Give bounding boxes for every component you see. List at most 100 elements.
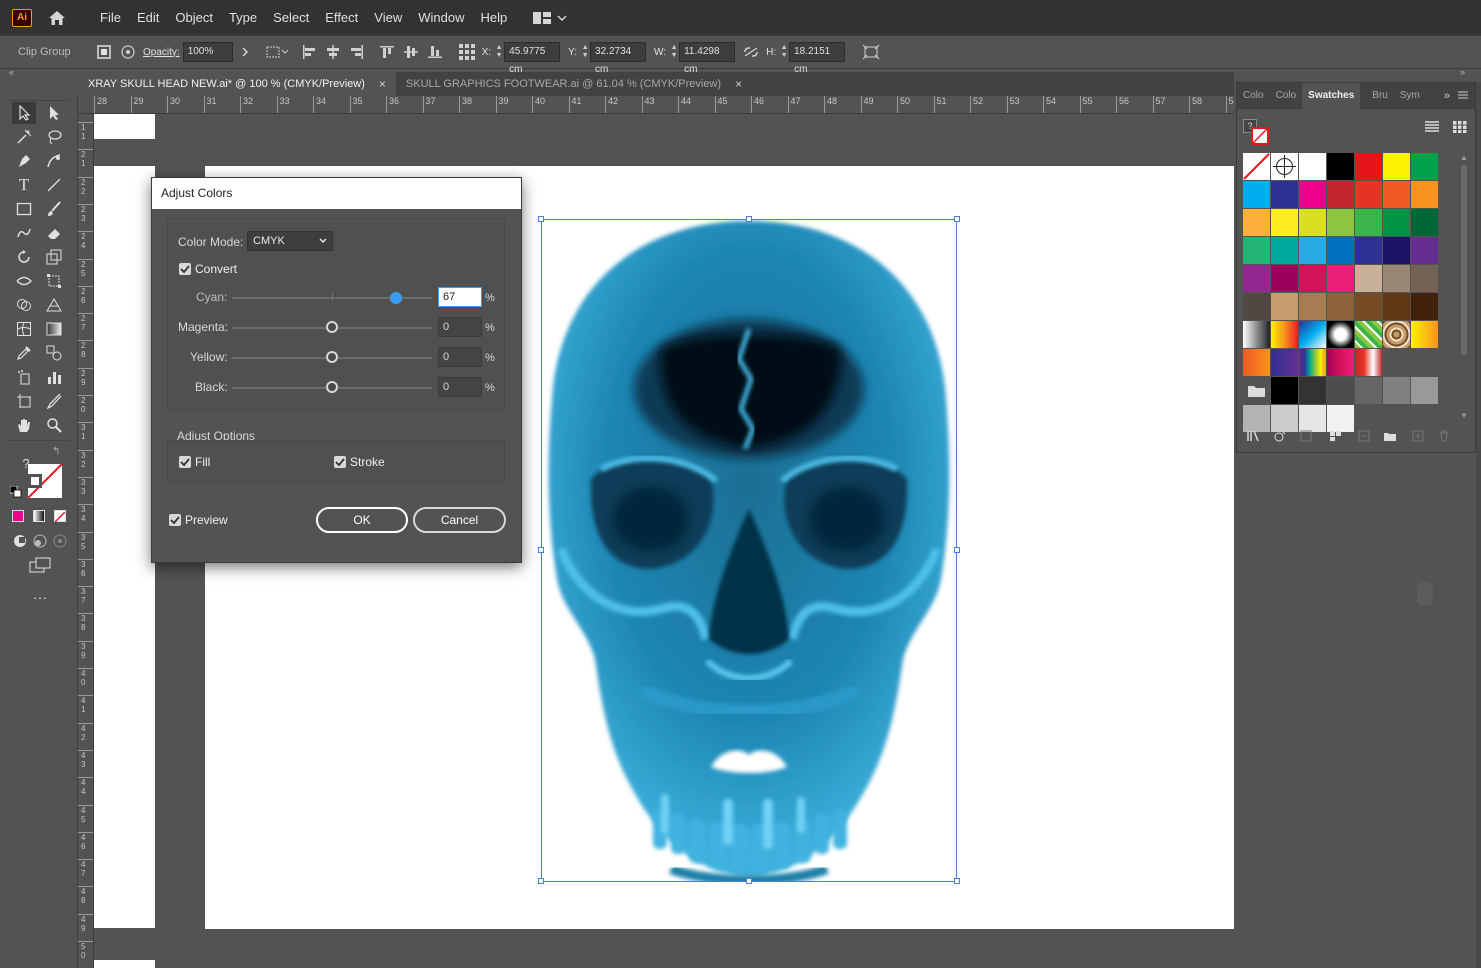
line-tool-icon[interactable] bbox=[42, 174, 66, 196]
color-swatch[interactable] bbox=[1411, 293, 1438, 320]
tab-color[interactable]: Colo bbox=[1237, 83, 1270, 109]
paintbrush-tool-icon[interactable] bbox=[42, 198, 66, 220]
scroll-down-icon[interactable]: ▼ bbox=[1460, 411, 1468, 420]
color-swatch[interactable] bbox=[1271, 153, 1298, 180]
gradient-swatch[interactable] bbox=[1243, 349, 1270, 376]
yellow-value-field[interactable]: 0 bbox=[438, 347, 482, 367]
scale-tool-icon[interactable] bbox=[42, 246, 66, 268]
list-view-icon[interactable] bbox=[1425, 121, 1439, 136]
gradient-swatch[interactable] bbox=[1411, 321, 1438, 348]
gradient-swatch[interactable] bbox=[1271, 321, 1298, 348]
align-top-icon[interactable] bbox=[375, 40, 399, 64]
none-mode-icon[interactable] bbox=[54, 510, 66, 523]
align-vcenter-icon[interactable] bbox=[399, 40, 423, 64]
width-tool-icon[interactable] bbox=[12, 270, 36, 292]
handle-ml[interactable] bbox=[538, 547, 544, 553]
isolate-icon[interactable] bbox=[116, 40, 140, 64]
more-tools-icon[interactable]: ··· bbox=[28, 586, 52, 608]
color-swatch[interactable] bbox=[1383, 265, 1410, 292]
gradient-swatch[interactable] bbox=[1271, 349, 1298, 376]
workspace-switcher[interactable] bbox=[533, 11, 567, 24]
tab-symbols[interactable]: Sym bbox=[1394, 83, 1426, 109]
perspective-grid-tool-icon[interactable] bbox=[42, 294, 66, 316]
align-left-icon[interactable] bbox=[297, 40, 321, 64]
swatch-libraries-icon[interactable] bbox=[1247, 429, 1261, 443]
color-swatch[interactable] bbox=[1411, 153, 1438, 180]
color-swatch[interactable] bbox=[1299, 265, 1326, 292]
color-swatch[interactable] bbox=[1355, 293, 1382, 320]
color-swatch[interactable] bbox=[1271, 237, 1298, 264]
handle-tm[interactable] bbox=[746, 216, 752, 222]
dialog-title[interactable]: Adjust Colors bbox=[152, 178, 521, 209]
convert-checkbox[interactable] bbox=[179, 263, 191, 275]
color-swatch[interactable] bbox=[1243, 209, 1270, 236]
handle-tl[interactable] bbox=[538, 216, 544, 222]
color-swatch[interactable] bbox=[1411, 265, 1438, 292]
panel-menu-icon[interactable] bbox=[1457, 91, 1468, 102]
color-swatch[interactable] bbox=[1355, 181, 1382, 208]
new-swatch-icon[interactable] bbox=[1411, 429, 1425, 443]
color-swatch[interactable] bbox=[1383, 153, 1410, 180]
handle-bm[interactable] bbox=[746, 878, 752, 884]
gray-swatch[interactable] bbox=[1327, 405, 1354, 432]
close-icon[interactable]: × bbox=[379, 77, 386, 91]
gray-swatch[interactable] bbox=[1355, 377, 1382, 404]
gradient-tool-icon[interactable] bbox=[42, 318, 66, 340]
color-swatch[interactable] bbox=[1327, 153, 1354, 180]
lasso-tool-icon[interactable] bbox=[42, 126, 66, 148]
menu-help[interactable]: Help bbox=[472, 10, 515, 25]
canvas-scrollbar-thumb[interactable] bbox=[1417, 582, 1433, 606]
color-swatch[interactable] bbox=[1411, 181, 1438, 208]
gradient-swatch[interactable] bbox=[1383, 321, 1410, 348]
menu-view[interactable]: View bbox=[366, 10, 410, 25]
opacity-field[interactable]: 100% bbox=[182, 42, 233, 62]
preview-checkbox[interactable] bbox=[169, 514, 181, 526]
shaper-tool-icon[interactable] bbox=[12, 222, 36, 244]
color-swatch[interactable] bbox=[1327, 237, 1354, 264]
align-bottom-icon[interactable] bbox=[423, 40, 447, 64]
tab-brushes[interactable]: Bru bbox=[1366, 83, 1394, 109]
gray-swatch[interactable] bbox=[1383, 377, 1410, 404]
color-swatch[interactable] bbox=[1327, 181, 1354, 208]
blend-tool-icon[interactable] bbox=[42, 342, 66, 364]
scroll-up-icon[interactable]: ▲ bbox=[1460, 153, 1468, 162]
y-field[interactable]: 32.2734 cm bbox=[590, 42, 647, 75]
gradient-swatch[interactable] bbox=[1299, 321, 1326, 348]
tab-skull-graphics[interactable]: SKULL GRAPHICS FOOTWEAR.ai @ 61.04 % (CM… bbox=[396, 72, 752, 96]
collapse-right-icon[interactable]: » bbox=[1460, 67, 1465, 77]
eyedropper-tool-icon[interactable] bbox=[12, 342, 36, 364]
color-swatch[interactable] bbox=[1243, 153, 1270, 180]
h-stepper-icon[interactable]: ▲ ▼ bbox=[779, 42, 789, 62]
tab-swatches[interactable]: Swatches bbox=[1302, 83, 1361, 109]
color-swatch[interactable] bbox=[1299, 209, 1326, 236]
color-swatch[interactable] bbox=[1243, 293, 1270, 320]
type-tool-icon[interactable]: T bbox=[12, 174, 36, 196]
draw-inside-icon[interactable] bbox=[48, 530, 72, 552]
gradient-mode-icon[interactable] bbox=[33, 510, 45, 522]
magic-wand-tool-icon[interactable] bbox=[12, 126, 36, 148]
gradient-swatch[interactable] bbox=[1327, 349, 1354, 376]
new-color-group-icon[interactable] bbox=[1383, 429, 1397, 443]
column-graph-tool-icon[interactable] bbox=[42, 366, 66, 388]
delete-swatch-icon[interactable] bbox=[1437, 429, 1451, 443]
curvature-tool-icon[interactable] bbox=[42, 150, 66, 172]
fill-swatch[interactable] bbox=[28, 474, 42, 488]
gray-swatch[interactable] bbox=[1299, 377, 1326, 404]
swatch-scrollbar[interactable]: ▲ ▼ bbox=[1459, 153, 1469, 423]
artboard-tool-icon[interactable] bbox=[12, 390, 36, 412]
gray-swatch[interactable] bbox=[1299, 405, 1326, 432]
cancel-button[interactable]: Cancel bbox=[413, 507, 506, 533]
color-group-folder-icon[interactable] bbox=[1243, 377, 1270, 404]
color-swatch[interactable] bbox=[1299, 237, 1326, 264]
gray-swatch[interactable] bbox=[1271, 377, 1298, 404]
chevron-right-icon[interactable] bbox=[233, 40, 257, 64]
handle-tr[interactable] bbox=[954, 216, 960, 222]
swatch-kind-icon[interactable] bbox=[1273, 429, 1287, 443]
slice-tool-icon[interactable] bbox=[42, 390, 66, 412]
color-swatch[interactable] bbox=[1411, 237, 1438, 264]
color-swatch[interactable] bbox=[1383, 237, 1410, 264]
eraser-tool-icon[interactable] bbox=[42, 222, 66, 244]
black-value-field[interactable]: 0 bbox=[438, 377, 482, 397]
x-field[interactable]: 45.9775 cm bbox=[504, 42, 561, 75]
color-swatch[interactable] bbox=[1299, 293, 1326, 320]
